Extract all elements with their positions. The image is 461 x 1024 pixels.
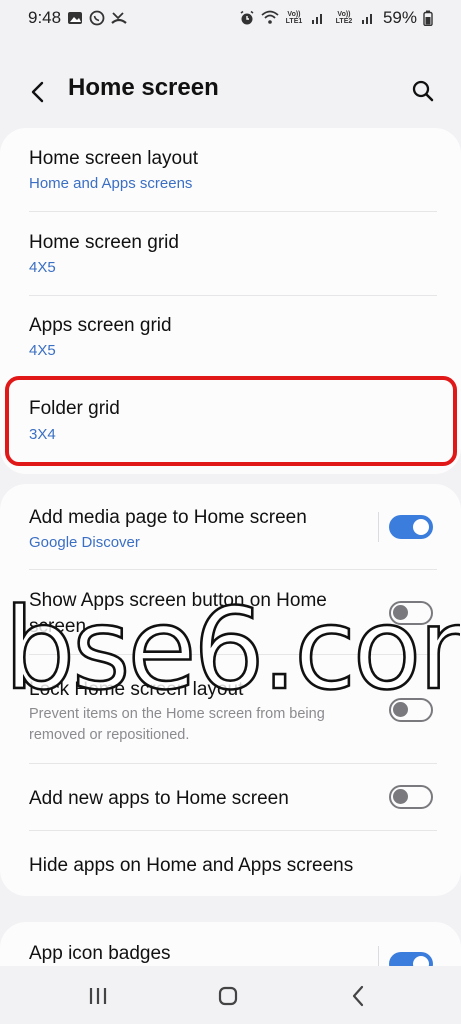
back-arrow-icon [31, 81, 44, 103]
hide-apps-row[interactable]: Hide apps on Home and Apps screens [0, 831, 461, 896]
row-title: Apps screen grid [29, 315, 172, 336]
home-screen-grid-row[interactable]: Home screen grid 4X5 [0, 212, 461, 295]
home-icon [218, 986, 238, 1006]
home-button[interactable] [208, 978, 248, 1014]
home-screen-layout-row[interactable]: Home screen layout Home and Apps screens [0, 128, 461, 211]
status-right: Vo)) LTE1 Vo)) LTE2 59% [239, 8, 439, 28]
battery-icon [423, 10, 439, 27]
whatsapp-icon [89, 10, 105, 26]
folder-grid-highlight-box [5, 376, 457, 466]
page-title: Home screen [68, 74, 219, 101]
media-page-row[interactable]: Add media page to Home screen Google Dis… [0, 484, 461, 569]
add-new-apps-toggle[interactable] [389, 785, 433, 809]
signal-icon-2 [361, 10, 377, 26]
back-button[interactable] [22, 76, 54, 108]
status-left: 9:48 [28, 8, 127, 28]
media-page-toggle[interactable] [389, 515, 433, 539]
app-bar: Home screen [0, 60, 461, 120]
recent-apps-icon [89, 988, 107, 1004]
watermark-text: bse6.com [4, 585, 460, 710]
row-title: Home screen layout [29, 148, 198, 169]
alarm-icon [239, 10, 255, 26]
search-button[interactable] [406, 74, 440, 108]
row-title: Add new apps to Home screen [29, 788, 289, 809]
row-title: Hide apps on Home and Apps screens [29, 855, 354, 876]
sim2-tag: Vo)) LTE2 [335, 11, 353, 25]
back-nav-button[interactable] [338, 978, 378, 1014]
clock: 9:48 [28, 8, 62, 27]
add-new-apps-row[interactable]: Add new apps to Home screen [0, 764, 461, 830]
navigation-bar [0, 966, 461, 1024]
row-subtitle: 4X5 [29, 342, 56, 359]
sim1-tag: Vo)) LTE1 [285, 11, 303, 25]
battery-percent: 59% [382, 8, 417, 27]
signal-icon [311, 10, 327, 26]
row-title: Add media page to Home screen [29, 507, 307, 528]
apps-screen-grid-row[interactable]: Apps screen grid 4X5 [0, 296, 461, 379]
back-nav-icon [352, 985, 364, 1007]
row-subtitle: 4X5 [29, 259, 56, 276]
row-title: Home screen grid [29, 232, 179, 253]
row-subtitle: Google Discover [29, 534, 140, 551]
search-icon [412, 80, 434, 102]
row-subtitle: Home and Apps screens [29, 175, 193, 192]
row-description-line2: removed or repositioned. [29, 727, 190, 743]
vertical-separator [378, 512, 379, 542]
recent-apps-button[interactable] [78, 978, 118, 1014]
status-bar: 9:48 Vo)) LTE1 Vo)) LTE2 59% [0, 0, 461, 36]
wifi-icon [261, 10, 279, 26]
row-title: App icon badges [29, 943, 171, 964]
missed-call-icon [111, 10, 127, 26]
gallery-icon [67, 10, 83, 26]
watermark-logo: bse6.com [4, 584, 460, 710]
